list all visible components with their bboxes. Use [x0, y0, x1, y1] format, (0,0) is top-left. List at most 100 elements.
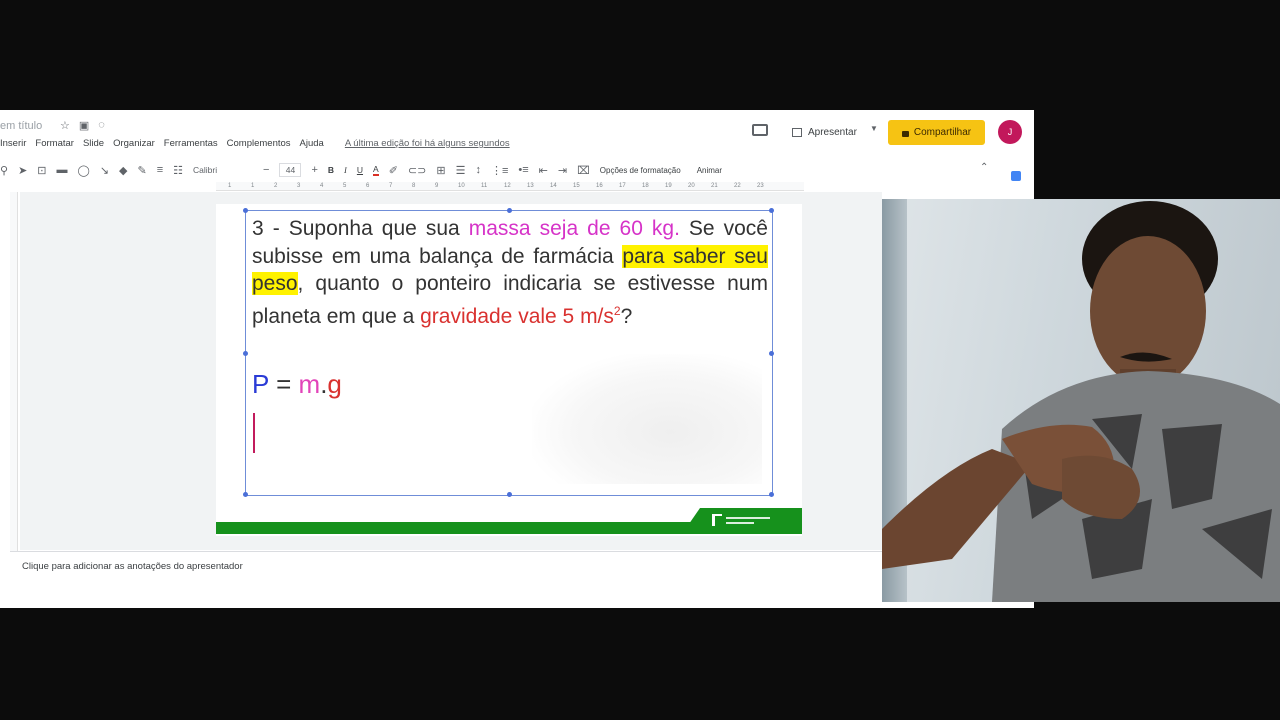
font-size-input[interactable]: 44: [279, 163, 302, 177]
decrease-size-icon[interactable]: −: [263, 164, 269, 176]
ruler-tick: 20: [688, 183, 695, 189]
ruler-tick: 23: [757, 183, 764, 189]
share-label: Compartilhar: [913, 127, 972, 138]
question-text[interactable]: 3 - Suponha que sua massa seja de 60 kg.…: [252, 215, 768, 330]
comments-icon[interactable]: [752, 124, 768, 136]
side-panel-icon[interactable]: [1011, 171, 1021, 181]
resize-handle[interactable]: [507, 208, 512, 213]
speaker-notes-placeholder[interactable]: Clique para adicionar as anotações do ap…: [22, 561, 243, 572]
underline-button[interactable]: U: [357, 165, 363, 175]
toolbar: ⚲ ➤ ⊡ ▬ ◯ ↘ ◆ ✎ ≡ ☷ Calibri − 44 + B I U…: [0, 159, 1034, 181]
add-comment-icon[interactable]: ⊞: [436, 164, 445, 177]
title-icons: ☆ ▣ ◌: [60, 119, 105, 132]
formula-equals: =: [268, 369, 299, 399]
menu-ferramentas[interactable]: Ferramentas: [164, 138, 218, 149]
cloud-status-icon[interactable]: ◌: [98, 119, 105, 132]
increase-size-icon[interactable]: +: [311, 164, 317, 176]
star-icon[interactable]: ☆: [60, 119, 70, 132]
ruler-tick: 18: [642, 183, 649, 189]
menu-inserir[interactable]: Inserir: [0, 138, 26, 149]
bulleted-list-icon[interactable]: •≡: [518, 164, 528, 176]
lock-icon: [901, 130, 909, 137]
font-select[interactable]: Calibri: [193, 165, 253, 175]
text-color-button[interactable]: A: [373, 164, 379, 176]
institution-logo: [712, 514, 772, 526]
ruler-tick: 9: [435, 183, 439, 189]
menu-formatar[interactable]: Formatar: [35, 138, 74, 149]
animate-button[interactable]: Animar: [697, 166, 722, 175]
select-cursor-icon[interactable]: ➤: [18, 164, 27, 177]
zoom-icon[interactable]: ⚲: [0, 164, 8, 177]
border-dash-icon[interactable]: ☷: [173, 164, 183, 177]
move-folder-icon[interactable]: ▣: [79, 119, 89, 132]
menu-slide[interactable]: Slide: [83, 138, 104, 149]
ruler-tick: 15: [573, 183, 580, 189]
fill-color-icon[interactable]: ◆: [119, 164, 127, 177]
ruler-tick: 14: [550, 183, 557, 189]
ruler-tick: 4: [320, 183, 324, 189]
ruler-tick: 22: [734, 183, 741, 189]
document-title[interactable]: em título: [0, 120, 42, 132]
clear-format-icon[interactable]: ⌧: [577, 164, 590, 177]
ruler-tick: 3: [297, 183, 301, 189]
ruler-tick: 13: [527, 183, 534, 189]
numbered-list-icon[interactable]: ⋮≡: [491, 164, 508, 177]
menu-ajuda[interactable]: Ajuda: [300, 138, 324, 149]
shape-icon[interactable]: ◯: [78, 164, 90, 177]
collapse-menus-icon[interactable]: ⌃: [980, 162, 988, 173]
share-button[interactable]: Compartilhar: [888, 120, 985, 145]
presenter-video: [882, 201, 1280, 602]
image-icon[interactable]: ▬: [57, 164, 68, 176]
ruler-tick: 1: [251, 183, 255, 189]
bold-button[interactable]: B: [328, 165, 334, 175]
ruler-tick: 11: [481, 183, 488, 189]
menu-organizar[interactable]: Organizar: [113, 138, 155, 149]
gravity-highlight: gravidade vale 5 m/s: [420, 304, 614, 328]
link-icon[interactable]: ⊂⊃: [408, 164, 426, 177]
weight-formula[interactable]: P = m.g: [252, 369, 342, 400]
line-icon[interactable]: ↘: [100, 164, 109, 177]
ruler-tick: 2: [274, 183, 278, 189]
resize-handle[interactable]: [507, 492, 512, 497]
avatar[interactable]: J: [998, 120, 1022, 144]
logo-mark: [712, 514, 722, 526]
border-weight-icon[interactable]: ≡: [157, 164, 163, 176]
slide[interactable]: 3 - Suponha que sua massa seja de 60 kg.…: [216, 204, 802, 584]
question-end: ?: [620, 304, 633, 328]
menu-complementos[interactable]: Complementos: [227, 138, 291, 149]
present-dropdown-icon[interactable]: ▼: [870, 124, 878, 133]
mass-highlight: massa seja de 60 kg.: [468, 217, 680, 240]
logo-line: [726, 517, 770, 519]
present-button[interactable]: Apresentar: [786, 121, 863, 143]
question-part: 3 - Suponha que sua: [252, 217, 469, 240]
resize-handle[interactable]: [243, 351, 248, 356]
logo-line: [726, 522, 754, 524]
vertical-ruler[interactable]: [10, 192, 18, 582]
screen: em título ☆ ▣ ◌ Inserir Formatar Slide O…: [0, 0, 1280, 720]
increase-indent-icon[interactable]: ⇥: [558, 164, 567, 177]
border-color-icon[interactable]: ✎: [138, 164, 147, 177]
last-edit-link[interactable]: A última edição foi há alguns segundos: [345, 138, 510, 149]
highlight-icon[interactable]: ✐: [389, 164, 398, 177]
resize-handle[interactable]: [243, 208, 248, 213]
resize-handle[interactable]: [769, 208, 774, 213]
horizontal-ruler[interactable]: 1 1 2 3 4 5 6 7 8 9 10 11 12 13 14 15 16…: [216, 182, 804, 191]
gravity-exponent: 2: [613, 303, 621, 318]
ruler-tick: 6: [366, 183, 370, 189]
decrease-indent-icon[interactable]: ⇤: [539, 164, 548, 177]
title-bar: em título ☆ ▣ ◌ Inserir Formatar Slide O…: [0, 110, 1034, 156]
speaker-notes[interactable]: Clique para adicionar as anotações do ap…: [10, 551, 882, 608]
ruler-tick: 10: [458, 183, 465, 189]
align-icon[interactable]: ☰: [456, 164, 466, 177]
question-text-box[interactable]: 3 - Suponha que sua massa seja de 60 kg.…: [243, 208, 774, 497]
italic-button[interactable]: I: [344, 165, 347, 175]
format-options-button[interactable]: Opções de formatação: [600, 166, 681, 175]
menu-bar: Inserir Formatar Slide Organizar Ferrame…: [0, 138, 510, 149]
formula-m: m: [298, 369, 321, 399]
text-box-icon[interactable]: ⊡: [37, 164, 46, 177]
resize-handle[interactable]: [769, 351, 774, 356]
resize-handle[interactable]: [769, 492, 774, 497]
ruler-tick: 12: [504, 183, 511, 189]
resize-handle[interactable]: [243, 492, 248, 497]
line-spacing-icon[interactable]: ↕: [475, 164, 481, 176]
